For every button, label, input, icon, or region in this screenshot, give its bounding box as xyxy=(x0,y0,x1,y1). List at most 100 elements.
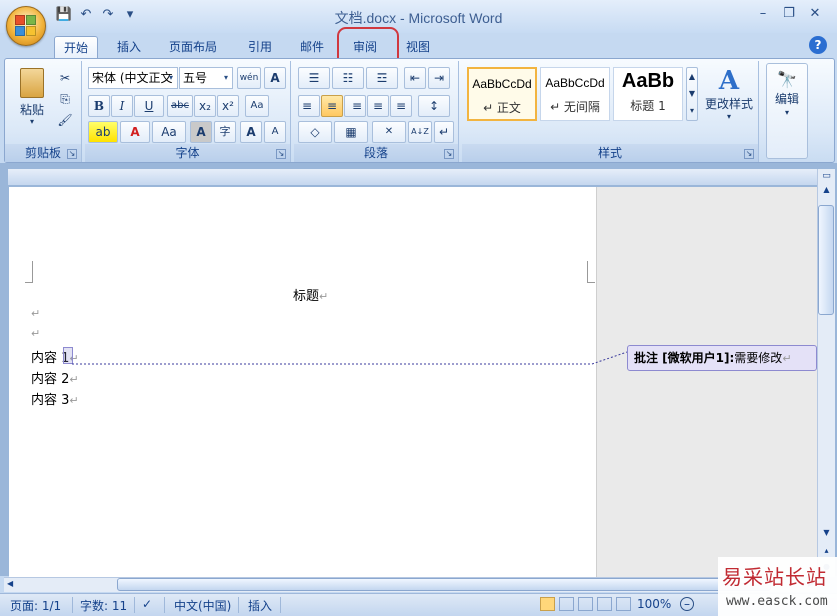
numbering-button[interactable]: ☷ xyxy=(332,67,364,89)
format-painter-icon[interactable]: 🖌 xyxy=(55,109,75,131)
tab-home[interactable]: 开始 xyxy=(54,36,98,59)
change-styles-button[interactable]: A 更改样式 ▾ xyxy=(702,65,756,135)
zoom-level[interactable]: 100% xyxy=(637,597,671,611)
office-button[interactable] xyxy=(6,6,46,46)
vertical-scroll-thumb[interactable] xyxy=(818,205,834,315)
subscript-button[interactable]: x₂ xyxy=(194,95,216,117)
style-heading-1[interactable]: AaBb 标题 1 xyxy=(613,67,683,121)
tab-references[interactable]: 引用 xyxy=(238,36,282,59)
change-styles-label: 更改样式 xyxy=(704,97,753,111)
character-border-button[interactable]: A xyxy=(264,67,286,89)
underline-button[interactable]: U xyxy=(134,95,164,117)
font-launcher-icon[interactable]: ↘ xyxy=(276,149,286,159)
show-marks-button[interactable]: ↵ xyxy=(434,121,454,143)
multilevel-list-button[interactable]: ☲ xyxy=(366,67,398,89)
align-left-button[interactable]: ≡ xyxy=(298,95,320,117)
clipboard-group: 粘贴 ▾ ✂ ⎘ 🖌 剪贴板 ↘ xyxy=(5,61,82,162)
phonetic-guide-button[interactable]: wén xyxy=(237,67,261,89)
editing-group: 🔭 编辑 ▾ xyxy=(763,61,813,162)
style-normal[interactable]: AaBbCcDd ↵ 正文 xyxy=(467,67,537,121)
content-line-text: 内容 2 xyxy=(31,372,70,387)
asian-layout-button[interactable]: ✕ xyxy=(372,121,406,143)
line-spacing-button[interactable]: ↕ xyxy=(418,95,450,117)
character-shading-button[interactable]: A xyxy=(190,121,212,143)
shrink-font-button[interactable]: A xyxy=(264,121,286,143)
outline-icon[interactable] xyxy=(597,597,612,611)
insert-mode-indicator[interactable]: 插入 xyxy=(248,597,272,614)
sort-button[interactable]: A↓Z xyxy=(408,121,432,143)
bullets-button[interactable]: ☰ xyxy=(298,67,330,89)
previous-page-icon[interactable]: ▴ xyxy=(818,546,835,555)
ribbon-tabs: 开始 插入 页面布局 引用 邮件 审阅 视图 xyxy=(0,33,837,59)
close-button[interactable]: ✕ xyxy=(807,6,823,21)
paste-button[interactable]: 粘贴 ▾ xyxy=(11,63,53,133)
horizontal-scroll-thumb[interactable] xyxy=(117,578,771,591)
window-controls: – ❐ ✕ xyxy=(755,6,823,21)
minimize-button[interactable]: – xyxy=(755,6,771,21)
full-screen-reading-icon[interactable] xyxy=(559,597,574,611)
tab-mailings[interactable]: 邮件 xyxy=(290,36,334,59)
help-icon[interactable]: ? xyxy=(809,36,827,54)
chevron-down-icon: ▾ xyxy=(223,73,228,82)
paragraph-mark: ↵ xyxy=(319,290,329,303)
comment-anchor[interactable] xyxy=(63,347,73,364)
borders-button[interactable]: ▦ xyxy=(334,121,368,143)
binoculars-icon: 🔭 xyxy=(777,70,797,89)
tab-view[interactable]: 视图 xyxy=(396,36,440,59)
restore-button[interactable]: ❐ xyxy=(781,6,797,21)
align-right-button[interactable]: ≡ xyxy=(344,95,366,117)
style-name: 标题 1 xyxy=(630,99,666,113)
chevron-down-icon: ▾ xyxy=(726,112,731,121)
shading-button[interactable]: ◇ xyxy=(298,121,332,143)
tab-page-layout[interactable]: 页面布局 xyxy=(160,36,226,59)
bold-button[interactable]: B xyxy=(88,95,110,117)
page-count[interactable]: 页面: 1/1 xyxy=(10,597,61,614)
styles-launcher-icon[interactable]: ↘ xyxy=(744,149,754,159)
decrease-indent-button[interactable]: ⇤ xyxy=(404,67,426,89)
font-name-combo[interactable]: 宋体 (中文正文 ▾ xyxy=(88,67,178,89)
language-indicator[interactable]: 中文(中国) xyxy=(174,597,231,614)
justify-button[interactable]: ≡ xyxy=(367,95,389,117)
grow-font-button[interactable]: A xyxy=(240,121,262,143)
style-no-spacing[interactable]: AaBbCcDd ↵ 无间隔 xyxy=(540,67,610,121)
comment-balloon[interactable]: 批注 [微软用户1]:需要修改↵ xyxy=(627,345,817,371)
distributed-button[interactable]: ≡ xyxy=(390,95,412,117)
draft-icon[interactable] xyxy=(616,597,631,611)
font-size-combo[interactable]: 五号 ▾ xyxy=(179,67,233,89)
heading-text: 标题 xyxy=(293,289,320,304)
text-highlight-button[interactable]: ab xyxy=(88,121,118,143)
styles-group: AaBbCcDd ↵ 正文 AaBbCcDd ↵ 无间隔 AaBb 标题 1 ▲… xyxy=(462,61,759,162)
clipboard-launcher-icon[interactable]: ↘ xyxy=(67,149,77,159)
paragraph-launcher-icon[interactable]: ↘ xyxy=(444,149,454,159)
font-color-button[interactable]: A xyxy=(120,121,150,143)
word-count[interactable]: 字数: 11 xyxy=(80,597,127,614)
tab-insert[interactable]: 插入 xyxy=(107,36,151,59)
print-layout-icon[interactable] xyxy=(540,597,555,611)
scroll-down-icon[interactable]: ▼ xyxy=(818,528,835,537)
zoom-out-icon[interactable]: – xyxy=(680,597,694,611)
paragraph-mark: ↵ xyxy=(31,327,41,340)
proofing-icon[interactable]: ✓ xyxy=(142,597,152,611)
scroll-up-icon[interactable]: ▲ xyxy=(818,185,835,194)
editing-button[interactable]: 🔭 编辑 ▾ xyxy=(766,63,808,159)
web-layout-icon[interactable] xyxy=(578,597,593,611)
styles-group-label: 样式 xyxy=(462,144,758,162)
paragraph-mark: ↵ xyxy=(31,307,41,320)
center-button[interactable]: ≡ xyxy=(321,95,343,117)
increase-indent-button[interactable]: ⇥ xyxy=(428,67,450,89)
scroll-left-icon[interactable]: ◀ xyxy=(7,579,13,588)
superscript-button[interactable]: x² xyxy=(217,95,239,117)
document-page[interactable]: 标题↵ ↵ ↵ 内容 1↵ 内容 2↵ 内容 3↵ xyxy=(9,187,596,577)
copy-icon[interactable]: ⎘ xyxy=(55,88,75,110)
enclose-characters-button[interactable]: 字 xyxy=(214,121,236,143)
paragraph-group-label: 段落 xyxy=(294,144,458,162)
cut-icon[interactable]: ✂ xyxy=(55,67,75,89)
strikethrough-button[interactable]: abc xyxy=(167,95,193,117)
change-case-button[interactable]: Aa xyxy=(152,121,186,143)
styles-scroll[interactable]: ▲ ▼ ▾ xyxy=(686,67,698,121)
clear-formatting-button[interactable]: Aa xyxy=(245,95,269,117)
ruler-toggle-icon[interactable]: ▭ xyxy=(818,171,835,181)
ribbon: 粘贴 ▾ ✂ ⎘ 🖌 剪贴板 ↘ 宋体 (中文正文 ▾ 五号 ▾ wén A B I… xyxy=(4,58,835,163)
italic-button[interactable]: I xyxy=(111,95,133,117)
content-line: 内容 2↵ xyxy=(31,368,79,387)
